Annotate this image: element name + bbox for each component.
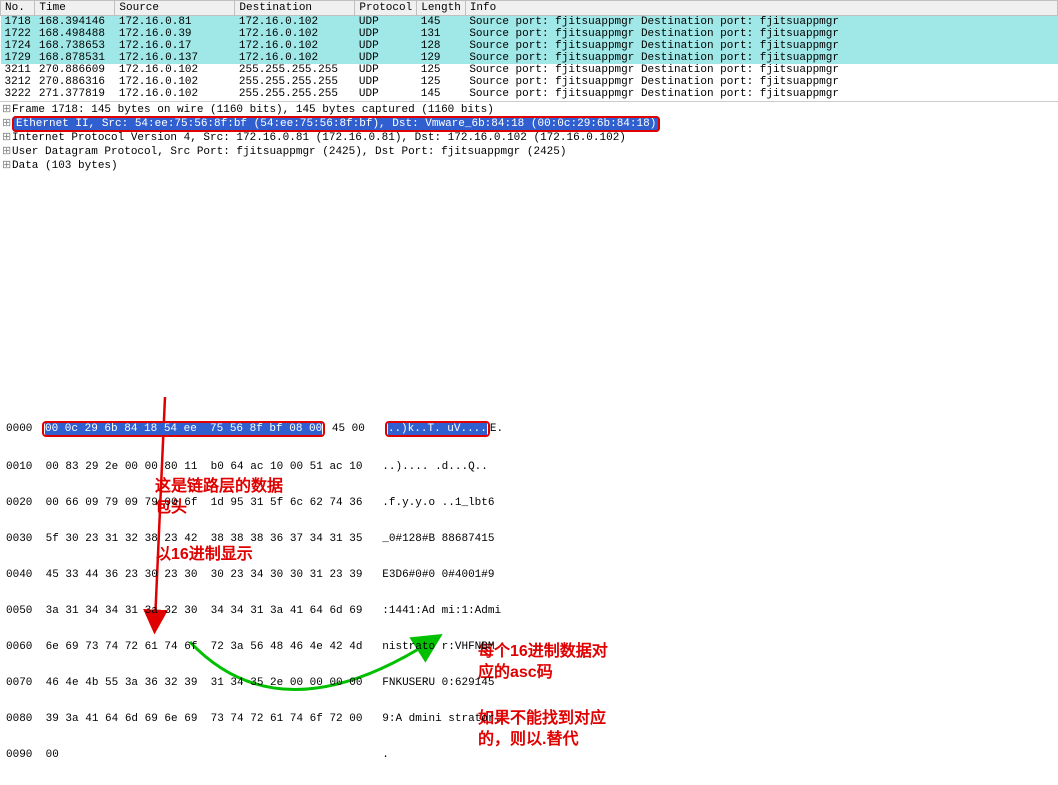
col-destination[interactable]: Destination xyxy=(235,1,355,16)
packet-row[interactable]: 3211270.886609172.16.0.102255.255.255.25… xyxy=(1,64,1058,76)
packet-list-table[interactable]: No. Time Source Destination Protocol Len… xyxy=(0,0,1058,100)
packet-row[interactable]: 3212270.886316172.16.0.102255.255.255.25… xyxy=(1,76,1058,88)
packet-cell: 270.886316 xyxy=(35,76,115,88)
packet-cell: 145 xyxy=(417,16,466,29)
packet-row[interactable]: 1729168.878531172.16.0.137172.16.0.102UD… xyxy=(1,52,1058,64)
hex-line[interactable]: 0070 46 4e 4b 55 3a 36 32 39 31 34 35 2e… xyxy=(6,677,1052,689)
hex-line[interactable]: 0030 5f 30 23 31 32 38 23 42 38 38 38 36… xyxy=(6,533,1052,545)
packet-cell: Source port: fjitsuappmgr Destination po… xyxy=(465,28,1057,40)
packet-cell: UDP xyxy=(355,64,417,76)
packet-row[interactable]: 1718168.394146172.16.0.81172.16.0.102UDP… xyxy=(1,16,1058,29)
hex-line[interactable]: 000000 0c 29 6b 84 18 54 ee 75 56 8f bf … xyxy=(6,421,1052,437)
hex-line[interactable]: 0090 00 . xyxy=(6,749,1052,761)
packet-row[interactable]: 3222271.377819172.16.0.102255.255.255.25… xyxy=(1,88,1058,100)
col-info[interactable]: Info xyxy=(465,1,1057,16)
packet-cell: Source port: fjitsuappmgr Destination po… xyxy=(465,76,1057,88)
packet-cell: Source port: fjitsuappmgr Destination po… xyxy=(465,88,1057,100)
hex-line[interactable]: 0010 00 83 29 2e 00 00 80 11 b0 64 ac 10… xyxy=(6,461,1052,473)
expand-icon[interactable]: ⊞ xyxy=(2,158,12,172)
packet-cell: 125 xyxy=(417,76,466,88)
packet-cell: 1722 xyxy=(1,28,35,40)
packet-cell: 1729 xyxy=(1,52,35,64)
col-length[interactable]: Length xyxy=(417,1,466,16)
packet-cell: 1718 xyxy=(1,16,35,29)
packet-cell: 172.16.0.102 xyxy=(115,76,235,88)
packet-list-header: No. Time Source Destination Protocol Len… xyxy=(1,1,1058,16)
detail-data[interactable]: ⊞Data (103 bytes) xyxy=(0,158,1058,172)
packet-cell: 3212 xyxy=(1,76,35,88)
packet-cell: Source port: fjitsuappmgr Destination po… xyxy=(465,40,1057,52)
packet-cell: 131 xyxy=(417,28,466,40)
packet-cell: 270.886609 xyxy=(35,64,115,76)
packet-cell: Source port: fjitsuappmgr Destination po… xyxy=(465,64,1057,76)
packet-cell: 168.394146 xyxy=(35,16,115,29)
packet-cell: UDP xyxy=(355,28,417,40)
packet-cell: 1724 xyxy=(1,40,35,52)
packet-cell: 172.16.0.102 xyxy=(235,52,355,64)
detail-ip[interactable]: ⊞Internet Protocol Version 4, Src: 172.1… xyxy=(0,130,1058,144)
expand-icon[interactable]: ⊞ xyxy=(2,130,12,144)
packet-cell: 255.255.255.255 xyxy=(235,64,355,76)
packet-cell: 168.878531 xyxy=(35,52,115,64)
packet-cell: 172.16.0.102 xyxy=(115,64,235,76)
packet-cell: 172.16.0.102 xyxy=(235,28,355,40)
packet-cell: 3222 xyxy=(1,88,35,100)
packet-details-pane[interactable]: ⊞Frame 1718: 145 bytes on wire (1160 bit… xyxy=(0,101,1058,172)
packet-cell: 168.498488 xyxy=(35,28,115,40)
packet-cell: 129 xyxy=(417,52,466,64)
col-source[interactable]: Source xyxy=(115,1,235,16)
expand-icon[interactable]: ⊞ xyxy=(2,144,12,158)
detail-ethernet[interactable]: ⊞Ethernet II, Src: 54:ee:75:56:8f:bf (54… xyxy=(0,116,1058,130)
packet-cell: 145 xyxy=(417,88,466,100)
hex-line[interactable]: 0080 39 3a 41 64 6d 69 6e 69 73 74 72 61… xyxy=(6,713,1052,725)
packet-cell: UDP xyxy=(355,88,417,100)
packet-cell: 172.16.0.102 xyxy=(235,16,355,29)
packet-cell: 125 xyxy=(417,64,466,76)
packet-cell: 271.377819 xyxy=(35,88,115,100)
detail-udp[interactable]: ⊞User Datagram Protocol, Src Port: fjits… xyxy=(0,144,1058,158)
packet-cell: 172.16.0.102 xyxy=(235,40,355,52)
hex-line[interactable]: 0050 3a 31 34 34 31 3a 32 30 34 34 31 3a… xyxy=(6,605,1052,617)
packet-cell: 172.16.0.39 xyxy=(115,28,235,40)
packet-cell: UDP xyxy=(355,16,417,29)
packet-cell: 172.16.0.137 xyxy=(115,52,235,64)
col-time[interactable]: Time xyxy=(35,1,115,16)
packet-cell: 168.738653 xyxy=(35,40,115,52)
packet-cell: UDP xyxy=(355,40,417,52)
detail-frame[interactable]: ⊞Frame 1718: 145 bytes on wire (1160 bit… xyxy=(0,102,1058,116)
packet-cell: Source port: fjitsuappmgr Destination po… xyxy=(465,52,1057,64)
packet-cell: 172.16.0.102 xyxy=(115,88,235,100)
col-protocol[interactable]: Protocol xyxy=(355,1,417,16)
packet-cell: 255.255.255.255 xyxy=(235,88,355,100)
hex-dump-pane[interactable]: 000000 0c 29 6b 84 18 54 ee 75 56 8f bf … xyxy=(0,397,1058,785)
packet-cell: 255.255.255.255 xyxy=(235,76,355,88)
packet-cell: 3211 xyxy=(1,64,35,76)
hex-line[interactable]: 0040 45 33 44 36 23 30 23 30 30 23 34 30… xyxy=(6,569,1052,581)
packet-cell: UDP xyxy=(355,76,417,88)
expand-icon[interactable]: ⊞ xyxy=(2,116,12,130)
hex-line[interactable]: 0020 00 66 09 79 09 79 00 6f 1d 95 31 5f… xyxy=(6,497,1052,509)
expand-icon[interactable]: ⊞ xyxy=(2,102,12,116)
packet-row[interactable]: 1724168.738653172.16.0.17172.16.0.102UDP… xyxy=(1,40,1058,52)
packet-cell: UDP xyxy=(355,52,417,64)
packet-cell: 172.16.0.17 xyxy=(115,40,235,52)
packet-row[interactable]: 1722168.498488172.16.0.39172.16.0.102UDP… xyxy=(1,28,1058,40)
packet-cell: 172.16.0.81 xyxy=(115,16,235,29)
hex-line[interactable]: 0060 6e 69 73 74 72 61 74 6f 72 3a 56 48… xyxy=(6,641,1052,653)
col-no[interactable]: No. xyxy=(1,1,35,16)
packet-cell: 128 xyxy=(417,40,466,52)
packet-cell: Source port: fjitsuappmgr Destination po… xyxy=(465,16,1057,29)
